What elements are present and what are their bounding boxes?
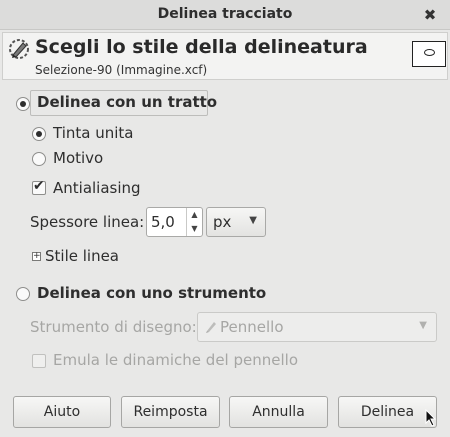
antialiasing-checkbox[interactable] <box>32 178 46 195</box>
selection-preview <box>412 41 446 67</box>
spin-arrows[interactable]: ▲ ▼ <box>186 208 202 236</box>
paintbrush-icon <box>206 322 216 333</box>
stroke-tool-label[interactable]: Delinea con uno strumento <box>37 284 266 302</box>
line-width-spinbutton[interactable]: 5,0 ▲ ▼ <box>146 207 203 237</box>
line-width-label: Spessore linea: <box>30 213 145 231</box>
paint-tool-select[interactable]: Pennello ▼ <box>197 312 437 342</box>
emulate-dynamics-label: Emula le dinamiche del pennello <box>53 351 298 369</box>
unit-select[interactable]: px ▼ <box>206 207 266 237</box>
cancel-button[interactable]: Annulla <box>229 396 328 428</box>
stroke-line-radio[interactable] <box>16 97 30 111</box>
dialog-header: Scegli lo stile della delineatura Selezi… <box>2 32 448 80</box>
stroke-button[interactable]: Delinea <box>338 396 437 428</box>
stroke-path-icon <box>9 39 29 59</box>
chevron-down-icon: ▼ <box>419 320 427 331</box>
paint-tool-label: Strumento di disegno: <box>30 318 197 336</box>
paint-tool-value: Pennello <box>220 318 284 336</box>
stroke-tool-radio[interactable] <box>16 287 30 301</box>
pattern-label[interactable]: Motivo <box>53 149 103 167</box>
mouse-pointer-icon <box>425 409 437 427</box>
line-style-expander[interactable]: Stile linea <box>45 247 119 265</box>
spin-up-icon[interactable]: ▲ <box>187 208 202 222</box>
stroke-line-label[interactable]: Delinea con un tratto <box>37 93 217 111</box>
antialiasing-label[interactable]: Antialiasing <box>53 179 141 197</box>
spin-down-icon[interactable]: ▼ <box>187 222 202 236</box>
dialog-subtitle: Selezione-90 (Immagine.xcf) <box>35 63 208 77</box>
solid-color-label[interactable]: Tinta unita <box>53 124 133 142</box>
dialog-title: Scegli lo stile della delineatura <box>35 36 368 58</box>
pattern-radio[interactable] <box>32 152 46 166</box>
help-button[interactable]: Aiuto <box>13 396 111 428</box>
expander-plus-icon[interactable]: + <box>32 252 41 261</box>
selection-shape-icon <box>424 49 435 56</box>
title-bar: Delinea tracciato ✖ <box>0 0 450 30</box>
window-title: Delinea tracciato <box>157 6 293 22</box>
reset-button[interactable]: Reimposta <box>121 396 220 428</box>
solid-color-radio[interactable] <box>32 127 46 141</box>
close-icon[interactable]: ✖ <box>420 5 440 25</box>
line-width-value[interactable]: 5,0 <box>151 213 175 231</box>
chevron-down-icon[interactable]: ▼ <box>249 215 257 226</box>
unit-value[interactable]: px <box>213 213 231 231</box>
emulate-dynamics-checkbox[interactable] <box>32 354 46 368</box>
